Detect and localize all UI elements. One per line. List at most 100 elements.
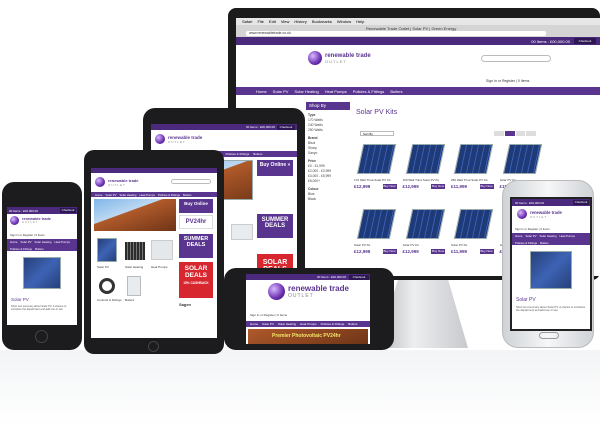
checkout-button[interactable]: Checkout (574, 38, 596, 44)
product-image[interactable] (502, 144, 542, 174)
buy-now-button[interactable]: Buy Now (479, 248, 494, 254)
mini-product-solar-heating[interactable] (125, 242, 145, 260)
nav-home[interactable]: Home (256, 89, 267, 94)
ipad-basket[interactable]: 00 Items : £00,000.00 (246, 125, 275, 129)
filter-item[interactable]: Black (308, 197, 348, 202)
menu-item[interactable]: Safari (242, 19, 252, 24)
mini-product-controls[interactable] (99, 278, 115, 294)
mini-home-button[interactable] (148, 341, 159, 352)
buy-now-button[interactable]: Buy Now (382, 248, 397, 254)
nav-boilers[interactable]: Boilers (540, 241, 549, 245)
landscape-checkout-button[interactable]: Checkout (349, 274, 369, 280)
nav-solar-heating[interactable]: Solar Heating (278, 322, 296, 326)
nav-heat-pumps[interactable]: Heat Pumps (54, 240, 69, 244)
product-image[interactable] (405, 208, 445, 239)
landscape-basket[interactable]: 00 Items : £00,000.00 (317, 275, 346, 279)
nav-solar-pv[interactable]: Solar PV (262, 322, 274, 326)
buy-now-button[interactable]: Buy Now (382, 184, 397, 189)
nav-policies[interactable]: Policies & Fittings (353, 89, 385, 94)
url-bar[interactable]: www.renewabletrade.co.uk (246, 31, 546, 36)
product-card[interactable]: 250 Watt Trina Solar PV Kit £12,999 Buy No… (403, 144, 448, 202)
android-home-button[interactable] (539, 332, 559, 339)
android-logo[interactable]: renewable trade OUTLET (517, 209, 562, 219)
product-name[interactable]: 170 Watt Trina Solar PV Kit (354, 178, 399, 182)
menu-item[interactable]: History (294, 19, 306, 24)
product-card[interactable]: Solar PV Kit£12,999Buy Now (403, 208, 448, 267)
nav-policies[interactable]: Policies & Fittings (158, 193, 180, 197)
android-basket[interactable]: 00 Items : £00,000.00 (515, 201, 544, 205)
ipad-summer-banner[interactable]: SUMMER DEALS (257, 214, 293, 238)
nav-solar-heating[interactable]: Solar Heating (120, 193, 137, 197)
iphone-logo[interactable]: renewable trade OUTLET (10, 216, 51, 225)
nav-heat-pumps[interactable]: Heat Pumps (300, 322, 317, 326)
landscape-login-link[interactable]: Sign In or Register | 0 Items (250, 313, 287, 317)
product-label[interactable]: Boilers (125, 298, 134, 302)
nav-boilers[interactable]: Boilers (390, 89, 402, 94)
menu-item[interactable]: Edit (269, 19, 276, 24)
landscape-logo[interactable]: renewable trade OUTLET (268, 283, 349, 300)
mini-product-solar-pv[interactable] (97, 238, 117, 262)
menu-item[interactable]: View (281, 19, 290, 24)
nav-boilers[interactable]: Boilers (35, 247, 44, 251)
iphone-login-link[interactable]: Sign In or Register | 0 Items (10, 233, 45, 237)
product-name[interactable]: Solar PV Kit (451, 243, 496, 247)
nav-home[interactable]: Home (250, 322, 258, 326)
product-card[interactable]: Solar PV Kit £11,999 Buy Now (451, 208, 496, 267)
product-label[interactable]: Heat Pumps (151, 265, 168, 269)
iphone-home-button[interactable] (35, 330, 48, 343)
product-name[interactable]: Solar PV Kit (403, 243, 448, 247)
product-name[interactable]: Solar PV Kit (354, 243, 399, 247)
product-card[interactable]: 250 Watt Trina Solar PV Kit £11,999 Buy No… (451, 144, 496, 202)
filter-item[interactable]: 250 Watts (308, 128, 348, 133)
android-checkout-button[interactable]: Checkout (573, 200, 589, 205)
buy-now-button[interactable]: Buy Now (479, 184, 494, 189)
buy-now-button[interactable]: Buy Now (431, 248, 445, 254)
nav-policies[interactable]: Policies & Fittings (10, 247, 32, 251)
product-card[interactable]: Solar PV Kit£12,999Buy Now (354, 208, 399, 267)
nav-policies[interactable]: Policies & Fittings (321, 322, 345, 326)
nav-policies[interactable]: Policies & Fittings (226, 152, 250, 156)
site-logo[interactable]: renewable trade OUTLET (308, 51, 371, 65)
nav-heat-pumps[interactable]: Heat Pumps (325, 89, 347, 94)
mini-buy-online-banner[interactable]: Buy Online (179, 199, 213, 213)
nav-home[interactable]: Home (95, 193, 102, 197)
landscape-hero[interactable]: Premier Photovoltaic PV24hr (248, 329, 368, 344)
menu-item[interactable]: Bookmarks (312, 19, 332, 24)
iphone-basket[interactable]: 00 Items : £00,000.00 (9, 209, 38, 213)
product-image[interactable] (356, 144, 396, 174)
menu-item[interactable]: Help (356, 19, 364, 24)
ipad-buy-online-banner[interactable]: Buy Online » (257, 160, 293, 176)
login-link[interactable]: Sign In or Register | 0 Items (486, 79, 529, 83)
nav-boilers[interactable]: Boilers (183, 193, 192, 197)
mini-product-boilers[interactable] (127, 276, 141, 296)
filter-item[interactable]: Sanyo (308, 151, 348, 156)
nav-solar-pv[interactable]: Solar PV (105, 193, 116, 197)
nav-heat-pumps[interactable]: Heat Pumps (559, 234, 574, 238)
nav-policies[interactable]: Policies & Fittings (515, 241, 537, 245)
mini-hero-image[interactable] (94, 199, 176, 231)
mini-logo[interactable]: renewable trade OUTLET (95, 177, 138, 187)
product-image[interactable] (453, 208, 493, 239)
nav-solar-heating[interactable]: Solar Heating (294, 89, 318, 94)
mini-product-heat-pumps[interactable] (151, 240, 173, 260)
sort-by-select[interactable]: Sort By (360, 131, 394, 136)
ipad-logo[interactable]: renewable trade OUTLET (155, 134, 202, 144)
menu-item[interactable]: Window (337, 19, 351, 24)
product-card[interactable]: 170 Watt Trina Solar PV Kit £12,999 Buy No… (354, 144, 399, 202)
nav-home[interactable]: Home (515, 234, 522, 238)
product-name[interactable]: 250 Watt Trina Solar PV Kit (451, 178, 496, 182)
nav-solar-pv[interactable]: Solar PV (20, 240, 31, 244)
nav-home[interactable]: Home (10, 240, 17, 244)
iphone-product-image[interactable] (23, 257, 61, 289)
menu-item[interactable]: File (257, 19, 263, 24)
search-input[interactable] (481, 55, 551, 62)
product-label[interactable]: Controls & Fittings (97, 298, 122, 302)
mini-summer-banner[interactable]: SUMMER DEALS (179, 234, 213, 258)
filter-item[interactable]: £6,000+ (308, 179, 348, 184)
product-label[interactable]: Solar Heating (125, 265, 143, 269)
ipad-heat-pump-image[interactable] (231, 224, 253, 240)
product-name[interactable]: 250 Watt Trina Solar PV Kit (403, 178, 448, 182)
nav-solar-pv[interactable]: Solar PV (273, 89, 289, 94)
nav-boilers[interactable]: Boilers (253, 152, 262, 156)
nav-solar-heating[interactable]: Solar Heating (540, 234, 557, 238)
